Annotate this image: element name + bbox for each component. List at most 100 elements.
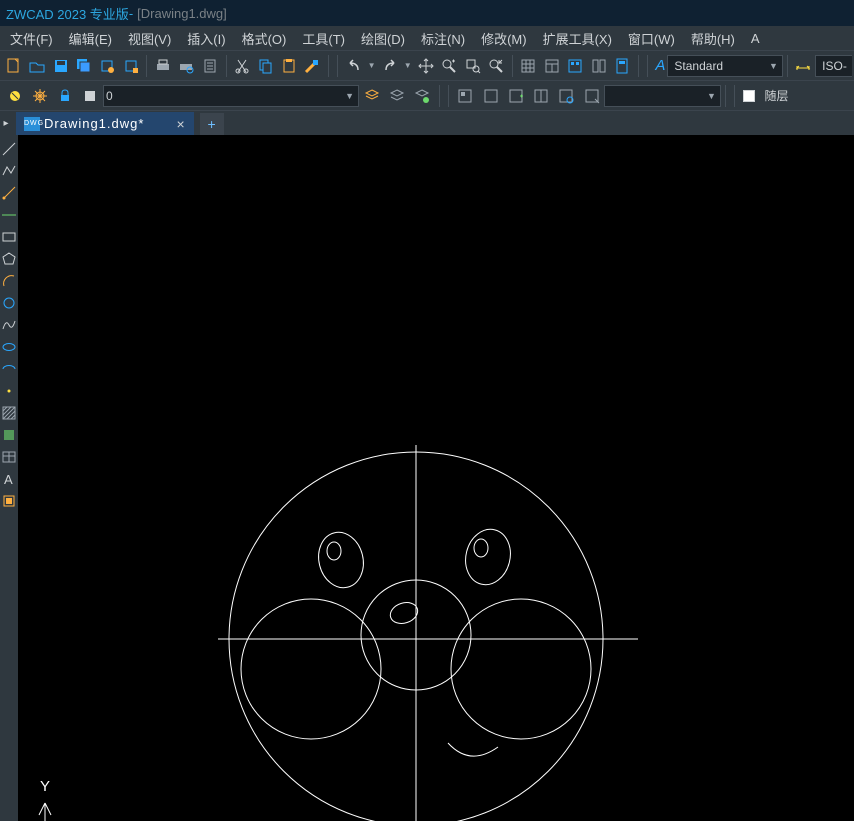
- table-button[interactable]: [518, 54, 539, 78]
- close-tab-button[interactable]: ×: [176, 116, 185, 132]
- dim-style-dropdown[interactable]: ISO-: [815, 55, 852, 77]
- menu-ext[interactable]: 扩展工具(X): [535, 27, 620, 50]
- viewport-scale-dropdown[interactable]: ▼: [604, 85, 721, 107]
- circle-tool[interactable]: [1, 295, 17, 313]
- zoom-window-button[interactable]: [462, 54, 483, 78]
- text-style-icon: A: [655, 57, 665, 74]
- layer-states-button[interactable]: [411, 84, 434, 108]
- menu-help[interactable]: 帮助(H): [683, 27, 743, 50]
- tab-handle-icon[interactable]: ▸: [0, 112, 12, 135]
- menu-bar: 文件(F) 编辑(E) 视图(V) 插入(I) 格式(O) 工具(T) 绘图(D…: [0, 26, 854, 50]
- title-doc: [Drawing1.dwg]: [137, 6, 227, 21]
- cut-button[interactable]: [231, 54, 252, 78]
- xline-tool[interactable]: [1, 207, 17, 225]
- calc-button[interactable]: [611, 54, 632, 78]
- spline-tool[interactable]: [1, 317, 17, 335]
- line-tool[interactable]: [1, 141, 17, 159]
- ray-tool[interactable]: [1, 185, 17, 203]
- separator: [638, 55, 639, 77]
- menu-file[interactable]: 文件(F): [2, 27, 61, 50]
- menu-edit[interactable]: 编辑(E): [61, 27, 120, 50]
- match-prop-button[interactable]: [302, 54, 323, 78]
- hatch-tool[interactable]: [1, 405, 17, 423]
- save-button[interactable]: [50, 54, 71, 78]
- point-tool[interactable]: [1, 383, 17, 401]
- ucs-icon: [38, 803, 148, 821]
- drawing-canvas[interactable]: X Y: [18, 135, 854, 821]
- ellipse-arc-tool[interactable]: [1, 361, 17, 379]
- new-file-button[interactable]: [3, 54, 24, 78]
- layer-lock-button[interactable]: [54, 84, 77, 108]
- redo-dropdown[interactable]: ▼: [402, 54, 413, 78]
- document-tab-active[interactable]: DWG Drawing1.dwg* ×: [16, 112, 194, 135]
- menu-extra[interactable]: A: [743, 29, 768, 48]
- viewport-3-button[interactable]: [504, 84, 527, 108]
- tool-palettes-button[interactable]: [588, 54, 609, 78]
- layer-color-button[interactable]: [79, 84, 102, 108]
- arc-tool[interactable]: [1, 273, 17, 291]
- plus-icon: +: [208, 116, 216, 132]
- save-all-button[interactable]: [73, 54, 94, 78]
- text-style-value: Standard: [674, 59, 723, 73]
- menu-tools[interactable]: 工具(T): [294, 27, 353, 50]
- viewport-5-button[interactable]: [555, 84, 578, 108]
- tool-button-2[interactable]: [120, 54, 141, 78]
- work-area: A: [0, 135, 854, 821]
- app-name: ZWCAD 2023 专业版: [6, 4, 129, 23]
- layer-state-button[interactable]: [3, 84, 26, 108]
- menu-window[interactable]: 窗口(W): [620, 27, 683, 50]
- menu-draw[interactable]: 绘图(D): [353, 27, 413, 50]
- viewport-4-button[interactable]: [530, 84, 553, 108]
- viewport-6-button[interactable]: [580, 84, 603, 108]
- menu-insert[interactable]: 插入(I): [179, 27, 233, 50]
- separator: [448, 85, 449, 107]
- copy-button[interactable]: [255, 54, 276, 78]
- plot-button[interactable]: [199, 54, 220, 78]
- zoom-realtime-button[interactable]: [438, 54, 459, 78]
- design-center-button[interactable]: [564, 54, 585, 78]
- undo-dropdown[interactable]: ▼: [366, 54, 377, 78]
- redo-button[interactable]: [379, 54, 400, 78]
- block-tool[interactable]: [1, 493, 17, 511]
- layer-freeze-button[interactable]: [28, 84, 51, 108]
- document-tab-bar: ▸ DWG Drawing1.dwg* × +: [0, 110, 854, 135]
- polygon-tool[interactable]: [1, 251, 17, 269]
- layer-prev-button[interactable]: [385, 84, 408, 108]
- draw-toolbar-vertical: A: [0, 135, 18, 821]
- layer-value: 0: [106, 89, 113, 103]
- dim-style-icon: [793, 54, 814, 78]
- properties-button[interactable]: [541, 54, 562, 78]
- paste-button[interactable]: [278, 54, 299, 78]
- color-swatch[interactable]: [743, 90, 755, 102]
- text-tool[interactable]: A: [1, 471, 17, 489]
- layer-manager-button[interactable]: [360, 84, 383, 108]
- new-tab-button[interactable]: +: [200, 113, 224, 135]
- separator: [146, 55, 147, 77]
- separator: [226, 55, 227, 77]
- layer-dropdown[interactable]: 0 ▼: [103, 85, 359, 107]
- viewport-2-button[interactable]: [479, 84, 502, 108]
- ellipse-tool[interactable]: [1, 339, 17, 357]
- undo-button[interactable]: [343, 54, 364, 78]
- menu-view[interactable]: 视图(V): [120, 27, 179, 50]
- region-tool[interactable]: [1, 427, 17, 445]
- rectangle-tool[interactable]: [1, 229, 17, 247]
- separator: [787, 55, 788, 77]
- separator: [734, 85, 735, 107]
- text-style-dropdown[interactable]: Standard ▼: [667, 55, 782, 77]
- zoom-prev-button[interactable]: [485, 54, 506, 78]
- ucs-y-label: Y: [40, 778, 50, 795]
- table-tool[interactable]: [1, 449, 17, 467]
- separator: [328, 55, 329, 77]
- polyline-tool[interactable]: [1, 163, 17, 181]
- menu-format[interactable]: 格式(O): [234, 27, 295, 50]
- menu-dimension[interactable]: 标注(N): [413, 27, 473, 50]
- print-button[interactable]: [152, 54, 173, 78]
- menu-modify[interactable]: 修改(M): [473, 27, 535, 50]
- bylayer-dropdown[interactable]: 随层: [759, 85, 852, 107]
- viewport-1-button[interactable]: [454, 84, 477, 108]
- open-file-button[interactable]: [26, 54, 47, 78]
- tool-button-1[interactable]: [97, 54, 118, 78]
- pan-button[interactable]: [415, 54, 436, 78]
- print-preview-button[interactable]: [176, 54, 197, 78]
